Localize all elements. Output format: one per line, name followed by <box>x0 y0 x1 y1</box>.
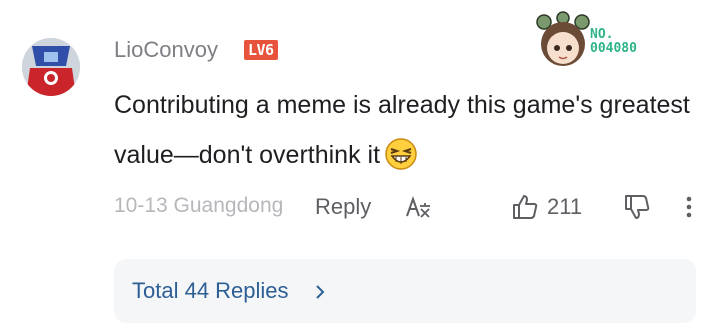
date-location: 10-13 Guangdong <box>114 194 284 217</box>
like-count: 211 <box>547 194 583 219</box>
more-options-icon[interactable] <box>684 192 694 222</box>
chevron-right-icon <box>316 285 325 299</box>
comment-footer: 10-13 Guangdong Reply 211 <box>114 190 704 224</box>
anime-character-icon <box>536 11 590 66</box>
user-avatar[interactable] <box>22 38 80 96</box>
thumbs-down-icon[interactable] <box>622 192 652 222</box>
view-replies-button[interactable]: Total 44 Replies <box>114 259 696 323</box>
fan-medal: NO. 004080 <box>532 8 682 70</box>
laughing-emoji-icon <box>384 137 418 188</box>
thumbs-up-icon[interactable] <box>510 192 540 222</box>
translate-icon[interactable] <box>404 194 432 222</box>
username[interactable]: LioConvoy <box>114 37 218 63</box>
reply-button[interactable]: Reply <box>315 194 371 220</box>
comment-text: Contributing a meme is already this game… <box>114 80 704 188</box>
medal-number: NO. 004080 <box>590 27 637 56</box>
replies-label: Total 44 Replies <box>132 278 289 303</box>
level-badge: LV6 <box>244 40 278 60</box>
